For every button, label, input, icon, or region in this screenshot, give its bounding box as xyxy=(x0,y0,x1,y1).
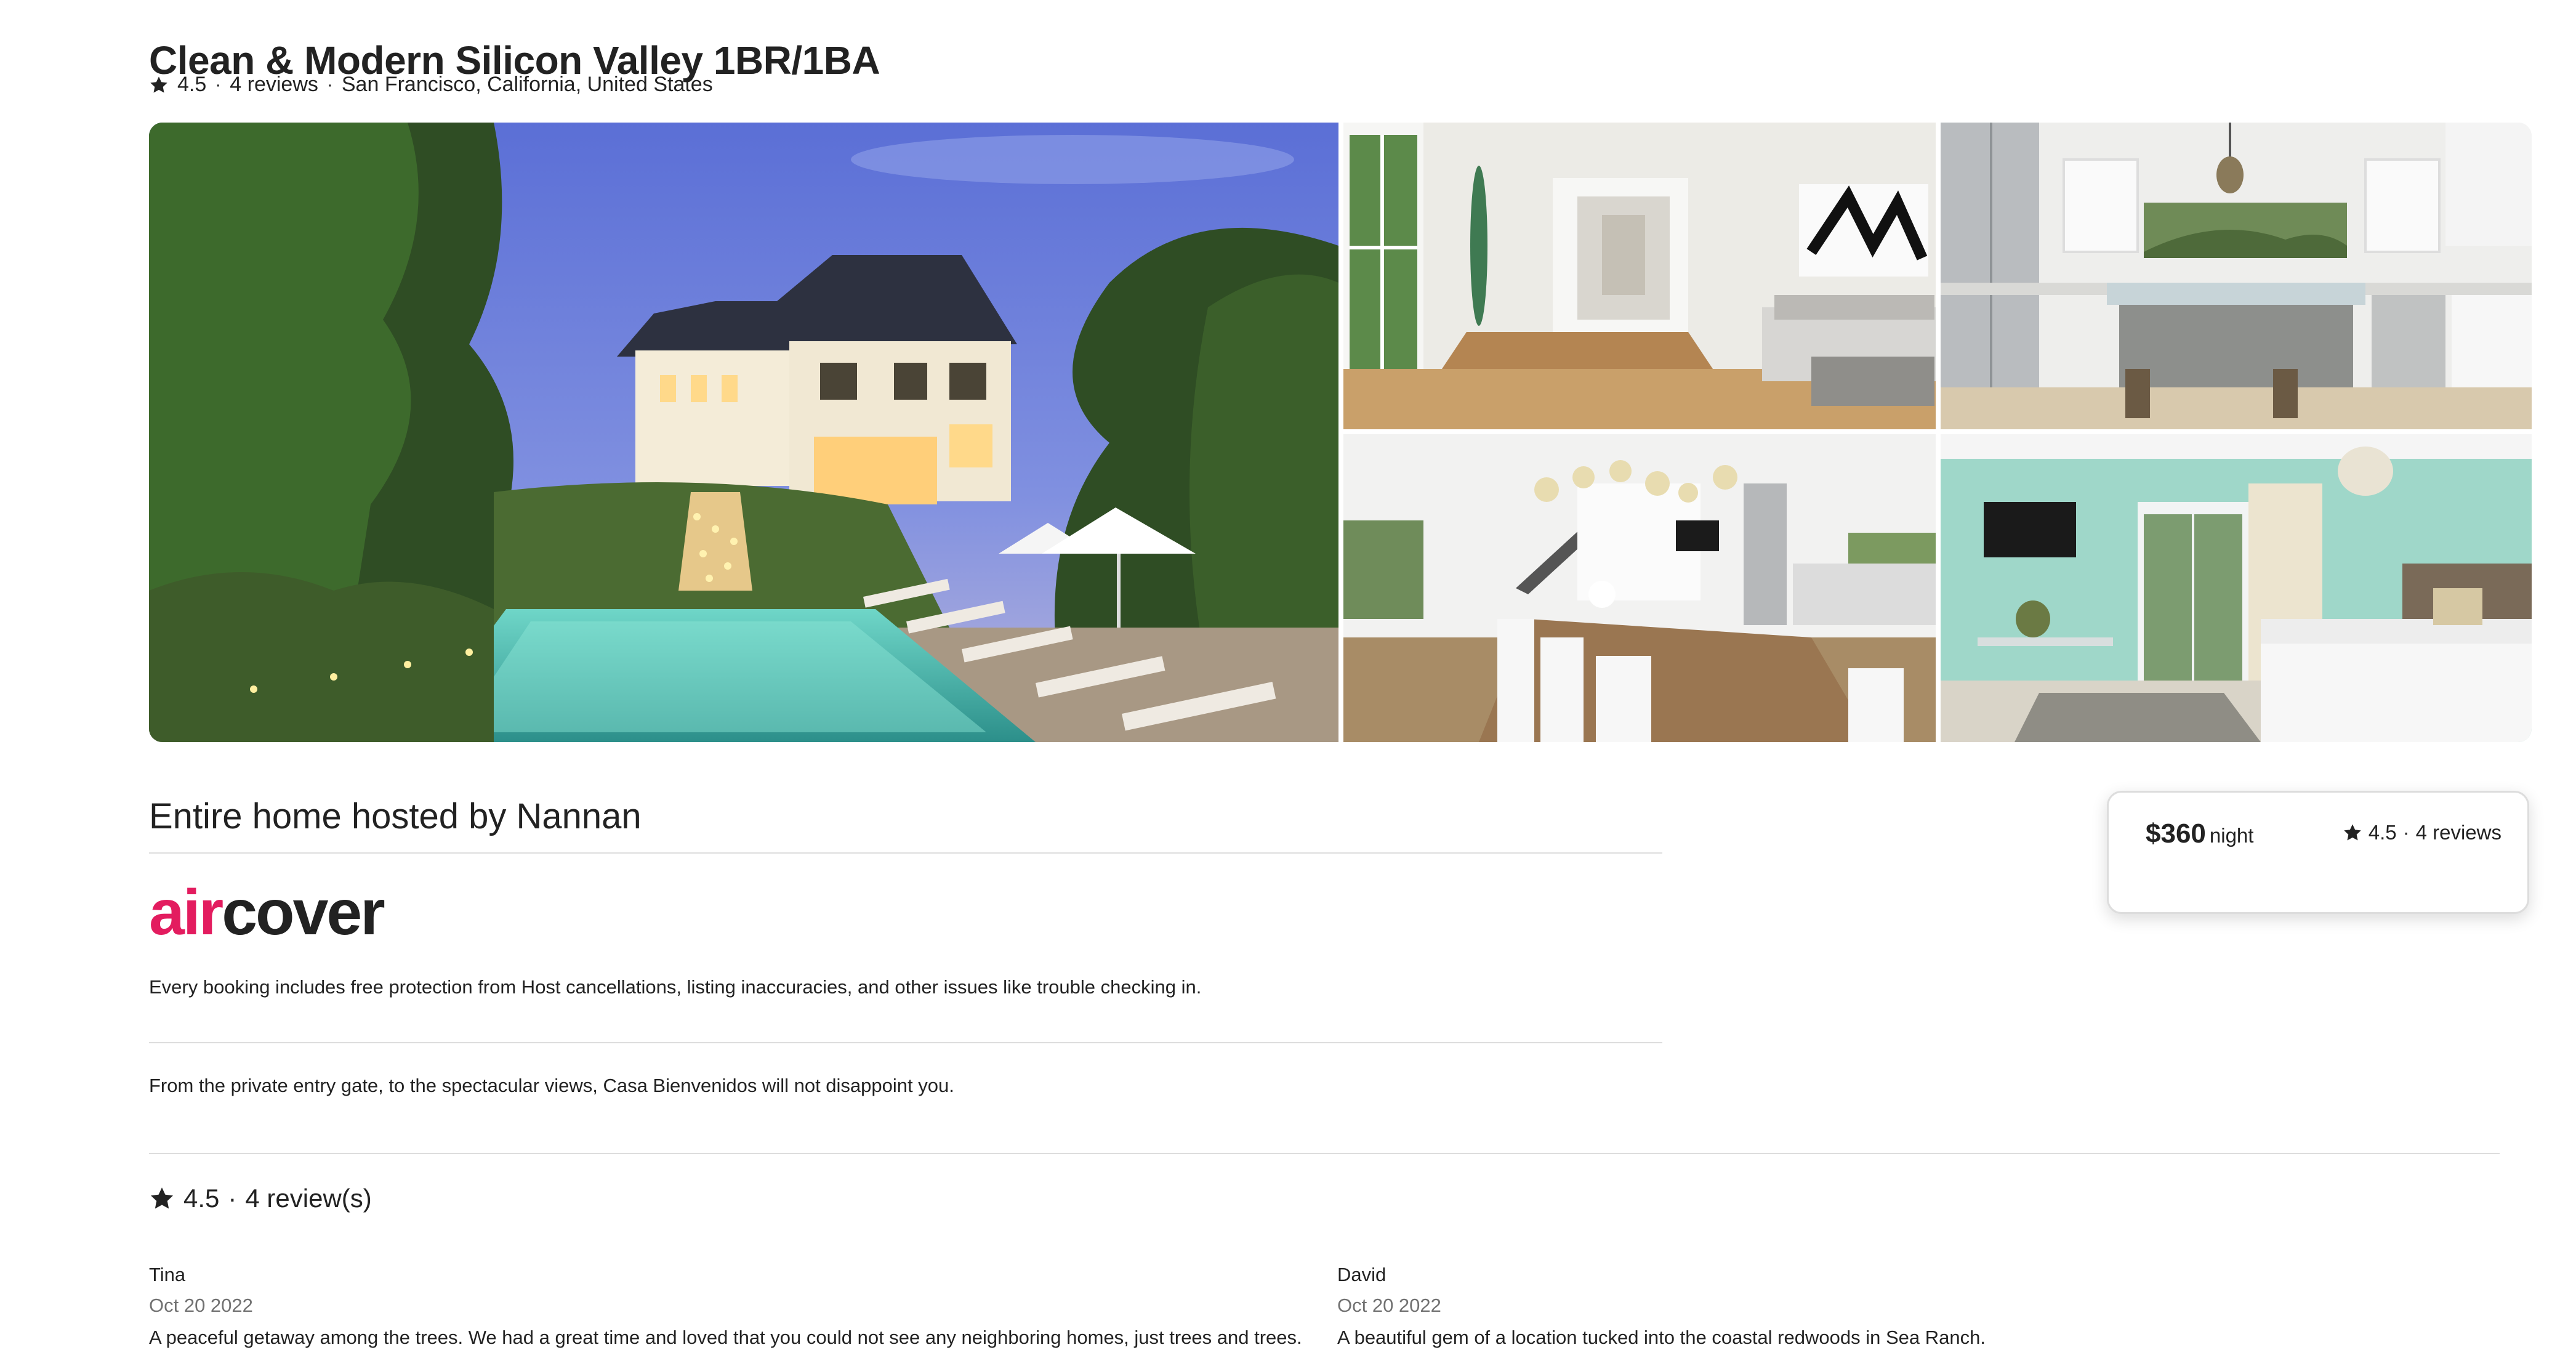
photo-dining-room[interactable] xyxy=(1343,434,1936,742)
hosted-by-heading: Entire home hosted by Nannan xyxy=(149,796,642,837)
card-reviews-link[interactable]: 4 reviews xyxy=(2416,821,2502,844)
nightly-price: $360 night xyxy=(2146,818,2254,849)
reviews-link[interactable]: 4 reviews xyxy=(230,73,318,97)
divider xyxy=(149,852,1662,854)
separator-dot: · xyxy=(326,74,333,95)
booking-card-rating: 4.5 · 4 reviews xyxy=(2343,821,2502,844)
card-rating-value: 4.5 xyxy=(2368,821,2397,844)
aircover-logo: aircover xyxy=(149,877,385,948)
listing-description: From the private entry gate, to the spec… xyxy=(149,1075,954,1096)
price-unit: night xyxy=(2209,824,2254,847)
reviews-count: 4 review(s) xyxy=(245,1184,372,1213)
star-icon xyxy=(150,1187,174,1209)
review-date: Oct 20 2022 xyxy=(1337,1295,1441,1316)
photo-gallery xyxy=(149,123,2532,742)
reviewer-name: Tina xyxy=(149,1264,186,1285)
divider xyxy=(149,1153,2500,1154)
separator-dot: · xyxy=(2402,821,2410,844)
listing-subline: 4.5 · 4 reviews · San Francisco, Califor… xyxy=(149,73,713,97)
review-item: Tina Oct 20 2022 A peaceful getaway amon… xyxy=(149,1264,1302,1349)
divider xyxy=(149,1042,1662,1043)
separator-dot: · xyxy=(215,74,222,95)
review-date: Oct 20 2022 xyxy=(149,1295,253,1316)
photo-living-room[interactable] xyxy=(1343,123,1936,429)
aircover-description: Every booking includes free protection f… xyxy=(149,976,1202,998)
reviews-summary: 4.5 · 4 review(s) xyxy=(149,1184,372,1213)
review-text: A beautiful gem of a location tucked int… xyxy=(1337,1327,1986,1348)
review-item: David Oct 20 2022 A beautiful gem of a l… xyxy=(1337,1264,1986,1349)
star-icon xyxy=(150,76,167,93)
photo-bedroom[interactable] xyxy=(1941,434,2532,742)
photo-kitchen[interactable] xyxy=(1941,123,2532,429)
reviewer-name: David xyxy=(1337,1264,1387,1285)
main-photo-exterior-pool[interactable] xyxy=(149,123,1338,742)
reviews-rating: 4.5 xyxy=(183,1184,220,1213)
listing-rating: 4.5 xyxy=(177,73,207,96)
listing-location[interactable]: San Francisco, California, United States xyxy=(342,73,713,97)
review-text: A peaceful getaway among the trees. We h… xyxy=(149,1327,1302,1348)
booking-card: $360 night 4.5 · 4 reviews xyxy=(2107,791,2529,914)
star-icon xyxy=(2344,824,2361,841)
listing-page: Clean & Modern Silicon Valley 1BR/1BA 4.… xyxy=(0,0,2576,1350)
separator-dot: · xyxy=(228,1184,237,1213)
